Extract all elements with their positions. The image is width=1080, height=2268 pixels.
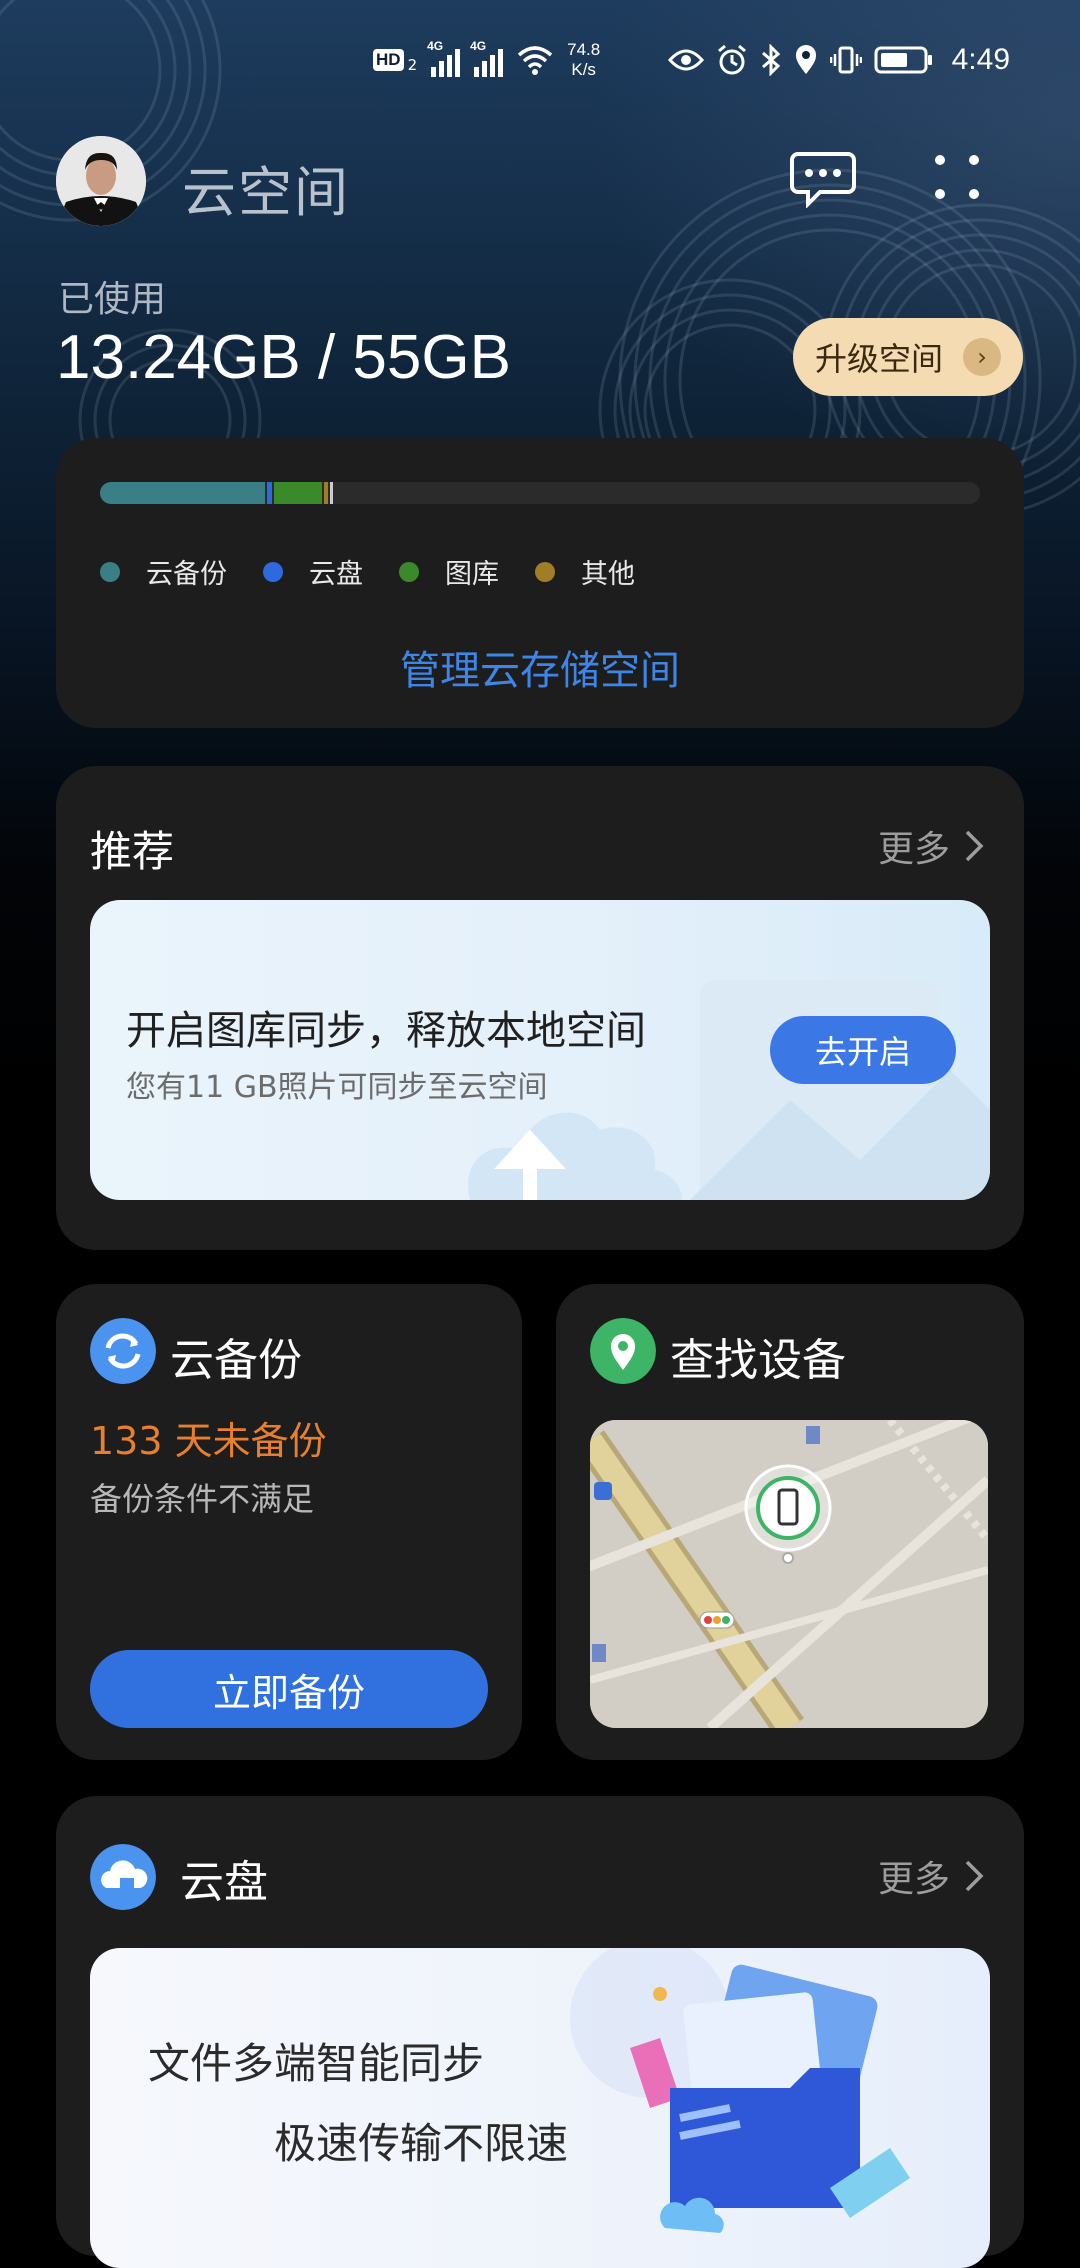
battery-icon — [874, 46, 932, 74]
legend-label: 其他 — [581, 559, 635, 590]
backup-now-button[interactable]: 立即备份 — [90, 1650, 488, 1728]
cloud-backup-card[interactable]: 云备份 133 天未备份 备份条件不满足 立即备份 — [56, 1284, 522, 1760]
drive-banner-line1: 文件多端智能同步 — [148, 2039, 485, 2088]
used-label: 已使用 — [58, 279, 167, 320]
hd-sub-label: 2 — [407, 56, 418, 74]
legend-item-drive: 云盘 — [263, 552, 363, 591]
segment-separator — [330, 482, 333, 504]
backup-condition: 备份条件不满足 — [90, 1480, 315, 1518]
recommend-more-link[interactable]: 更多 — [878, 820, 984, 872]
wifi-icon — [517, 46, 553, 75]
status-time: 4:49 — [951, 43, 1010, 76]
page-title: 云空间 — [182, 161, 350, 224]
cloud-drive-banner[interactable]: 文件多端智能同步 极速传输不限速 — [90, 1948, 990, 2268]
network-type-label: 4G — [427, 39, 444, 53]
chevron-right-icon — [965, 1860, 984, 1892]
upgrade-label: 升级空间 — [815, 340, 944, 378]
cloud-drive-card: 云盘 更多 文件多端智能同步 极速传输不限速 — [56, 1796, 1024, 2268]
legend-dot — [535, 561, 555, 582]
legend-item-backup: 云备份 — [100, 552, 227, 591]
status-bar-right: 4:49 — [667, 30, 1010, 90]
legend-label: 图库 — [445, 559, 499, 590]
storage-usage-bar — [100, 482, 980, 504]
cloud-backup-icon — [90, 1318, 156, 1384]
speed-value: 74.8 — [567, 40, 601, 59]
vibrate-icon — [829, 46, 862, 74]
card-title: 云备份 — [170, 1335, 302, 1386]
status-bar: HD 2 4G 4G 74.8 K/s 4:49 — [0, 30, 1080, 90]
location-icon — [795, 45, 816, 74]
used-value: 13.24GB / 55GB — [56, 323, 511, 392]
more-options-icon[interactable] — [930, 150, 984, 204]
folder-illustration — [570, 1948, 910, 2233]
hd-call-icon: HD — [373, 49, 404, 71]
segment-gallery — [274, 482, 322, 504]
speed-unit: K/s — [571, 60, 596, 79]
signal-strength-icon-2: 4G — [470, 39, 504, 77]
drive-more-link[interactable]: 更多 — [878, 1850, 984, 1902]
alarm-icon — [717, 44, 746, 75]
storage-card: 云备份 云盘 图库 其他 管理云存储空间 — [56, 438, 1024, 728]
legend-item-gallery: 图库 — [399, 552, 499, 591]
user-avatar[interactable] — [56, 136, 146, 226]
banner-subtitle: 您有11 GB照片可同步至云空间 — [126, 1070, 548, 1105]
legend-label: 云盘 — [309, 559, 363, 590]
backup-status: 133 天未备份 — [90, 1419, 327, 1463]
chevron-right-icon: › — [963, 338, 1001, 376]
location-pin-icon — [590, 1318, 656, 1384]
message-icon[interactable] — [790, 148, 856, 208]
map-graphic — [590, 1420, 988, 1728]
manage-storage-link[interactable]: 管理云存储空间 — [56, 638, 1024, 696]
storage-legend: 云备份 云盘 图库 其他 — [100, 552, 671, 591]
network-speed: 74.8 K/s — [567, 40, 600, 80]
legend-item-other: 其他 — [535, 552, 635, 591]
more-label: 更多 — [877, 829, 950, 870]
card-title: 查找设备 — [670, 1335, 846, 1386]
more-label: 更多 — [877, 1859, 950, 1900]
find-device-card[interactable]: 查找设备 — [556, 1284, 1024, 1760]
status-bar-left: HD 2 4G 4G 74.8 K/s — [373, 30, 600, 90]
card-title: 云盘 — [180, 1857, 268, 1908]
legend-label: 云备份 — [146, 559, 227, 590]
legend-dot — [100, 561, 120, 582]
enable-sync-button[interactable]: 去开启 — [770, 1016, 956, 1084]
cloud-drive-icon — [90, 1844, 156, 1910]
segment-other — [324, 482, 328, 504]
storage-bar-segments — [100, 482, 333, 504]
device-location-map[interactable] — [590, 1420, 988, 1728]
eye-comfort-icon — [667, 49, 704, 71]
bluetooth-icon — [761, 44, 780, 76]
segment-cloud-backup — [100, 482, 265, 504]
legend-dot — [263, 561, 283, 582]
recommend-card: 推荐 更多 开启图库同步，释放本地空间 您有11 GB照片可同步至云空间 去开启 — [56, 766, 1024, 1250]
gallery-sync-banner[interactable]: 开启图库同步，释放本地空间 您有11 GB照片可同步至云空间 去开启 — [90, 900, 990, 1200]
drive-banner-line2: 极速传输不限速 — [274, 2119, 569, 2168]
upgrade-storage-button[interactable]: 升级空间 › — [793, 318, 1023, 396]
chevron-right-icon — [965, 830, 984, 862]
network-type-label-2: 4G — [470, 39, 487, 53]
legend-dot — [399, 561, 419, 582]
segment-cloud-drive — [267, 482, 272, 504]
section-title: 推荐 — [90, 827, 175, 876]
avatar-image — [56, 136, 146, 226]
signal-strength-icon: 4G — [427, 39, 461, 77]
banner-title: 开启图库同步，释放本地空间 — [126, 1008, 646, 1054]
